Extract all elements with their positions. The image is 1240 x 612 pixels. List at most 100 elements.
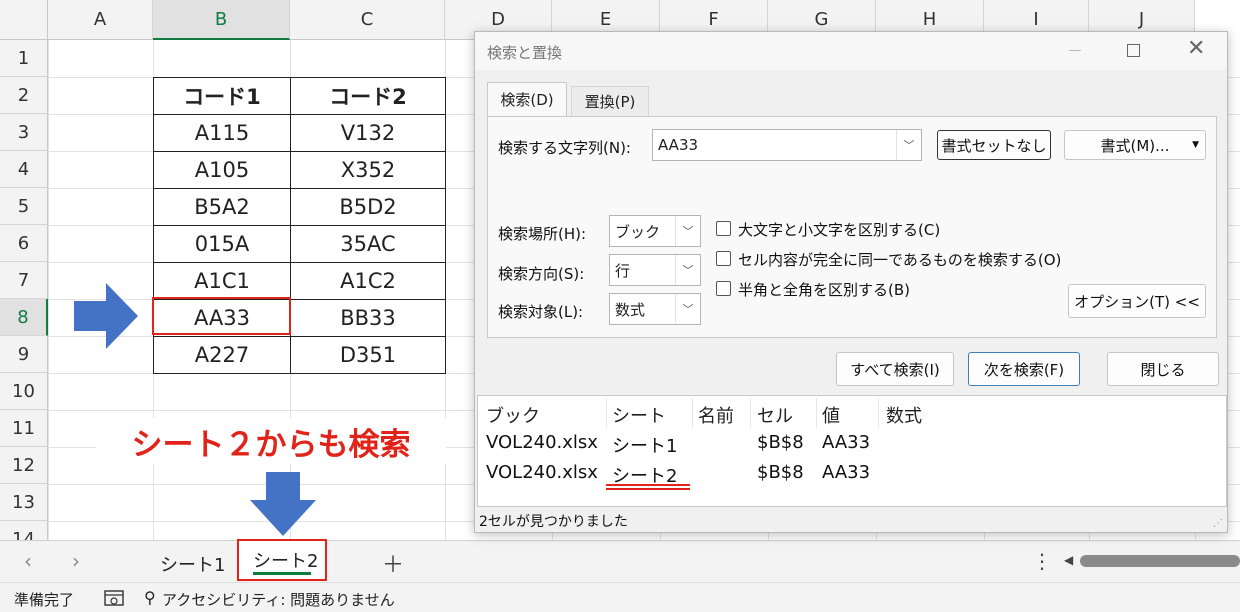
chevron-down-icon[interactable]: ﹀ [896, 130, 921, 160]
ready-status: 準備完了 [14, 591, 75, 609]
row-header-3[interactable]: 3 [0, 114, 48, 151]
match-byte-label[interactable]: 半角と全角を区別する(B) [738, 279, 910, 300]
row-header-10[interactable]: 10 [0, 373, 48, 410]
within-value: ブック [615, 222, 661, 241]
find-next-button[interactable]: 次を検索(F) [968, 352, 1080, 386]
table-header-cell[interactable]: コード2 [290, 77, 446, 115]
tab-replace[interactable]: 置換(P) [571, 86, 649, 116]
row-header-7[interactable]: 7 [0, 262, 48, 299]
no-format-set-button[interactable]: 書式セットなし [937, 130, 1051, 160]
options-button[interactable]: オプション(T) << [1068, 284, 1206, 318]
results-header-book[interactable]: ブック [486, 402, 540, 428]
result-book[interactable]: VOL240.xlsx [486, 432, 598, 453]
column-divider [816, 398, 817, 428]
column-header-b[interactable]: B [153, 0, 290, 40]
status-bar: 準備完了 ⚲ アクセシビリティ: 問題ありません [0, 582, 1240, 612]
table-cell[interactable]: BB33 [290, 299, 446, 337]
close-icon[interactable]: ✕ [1187, 36, 1205, 61]
row-header-1[interactable]: 1 [0, 40, 48, 77]
row-header-12[interactable]: 12 [0, 447, 48, 484]
active-tab-indicator [253, 572, 311, 575]
table-cell[interactable]: V132 [290, 114, 446, 152]
table-cell[interactable]: 35AC [290, 225, 446, 263]
search-direction-select[interactable]: 行 ﹀ [609, 254, 701, 286]
tab-sheet1[interactable]: シート1 [160, 551, 225, 577]
match-case-checkbox[interactable] [716, 221, 731, 236]
table-cell[interactable]: B5D2 [290, 188, 446, 226]
chevron-right-icon[interactable]: › [72, 549, 80, 573]
row-header-11[interactable]: 11 [0, 410, 48, 447]
table-cell[interactable]: B5A2 [153, 188, 291, 226]
scroll-left-icon[interactable]: ◀ [1064, 553, 1073, 567]
table-cell[interactable]: A105 [153, 151, 291, 189]
match-case-label[interactable]: 大文字と小文字を区別する(C) [738, 219, 940, 240]
column-divider [878, 398, 879, 428]
results-header-formula[interactable]: 数式 [886, 402, 922, 428]
row-header-4[interactable]: 4 [0, 151, 48, 188]
results-status: 2セルが見つかりました [479, 514, 628, 530]
find-what-value[interactable]: AA33 [658, 130, 698, 160]
chevron-left-icon[interactable]: ‹ [24, 549, 32, 573]
results-header-name[interactable]: 名前 [698, 402, 734, 428]
close-button[interactable]: 閉じる [1107, 352, 1219, 386]
chevron-down-icon[interactable]: ﹀ [675, 255, 700, 285]
search-direction-label: 検索方向(S): [498, 265, 585, 283]
maximize-icon[interactable] [1127, 44, 1140, 57]
results-list[interactable]: ブック シート 名前 セル 値 数式 VOL240.xlsx シート1 $B$8… [477, 395, 1227, 507]
row-header-9[interactable]: 9 [0, 336, 48, 373]
within-select[interactable]: ブック ﹀ [609, 215, 701, 247]
result-cell[interactable]: $B$8 [757, 432, 804, 453]
row-header-14[interactable]: 14 [0, 521, 48, 540]
table-cell[interactable]: A227 [153, 336, 291, 374]
find-what-input[interactable]: AA33 ﹀ [652, 129, 922, 161]
table-cell[interactable]: A115 [153, 114, 291, 152]
horizontal-scrollbar[interactable] [1080, 555, 1240, 567]
row-header-5[interactable]: 5 [0, 188, 48, 225]
more-options-icon[interactable]: ⋮ [1032, 549, 1052, 573]
select-all-corner[interactable] [0, 0, 48, 40]
add-sheet-icon[interactable]: ＋ [382, 547, 404, 579]
result-value[interactable]: AA33 [822, 462, 870, 483]
result-cell[interactable]: $B$8 [757, 462, 804, 483]
table-cell[interactable]: A1C1 [153, 262, 291, 300]
table-cell[interactable]: X352 [290, 151, 446, 189]
match-entire-label[interactable]: セル内容が完全に同一であるものを検索する(O) [738, 249, 1061, 270]
results-header-cell[interactable]: セル [757, 402, 793, 428]
row-header-6[interactable]: 6 [0, 225, 48, 262]
row-header-2[interactable]: 2 [0, 77, 48, 114]
format-button[interactable]: 書式(M)... ▼ [1064, 130, 1206, 160]
accessibility-icon[interactable]: ⚲ [144, 588, 156, 607]
format-button-label: 書式(M)... [1100, 136, 1170, 155]
table-cell[interactable]: D351 [290, 336, 446, 374]
down-arrow-annotation [250, 472, 316, 536]
column-header-c[interactable]: C [290, 0, 445, 40]
result-value[interactable]: AA33 [822, 432, 870, 453]
tab-find[interactable]: 検索(D) [487, 82, 567, 116]
column-header-a[interactable]: A [48, 0, 153, 40]
chevron-down-icon[interactable]: ﹀ [675, 216, 700, 246]
row-header-8[interactable]: 8 [0, 299, 48, 336]
results-header-sheet[interactable]: シート [612, 402, 666, 428]
column-divider [606, 398, 607, 428]
table-cell[interactable]: 015A [153, 225, 291, 263]
find-tab-panel: 検索する文字列(N): AA33 ﹀ 書式セットなし 書式(M)... ▼ 検索… [487, 116, 1217, 338]
result-book[interactable]: VOL240.xlsx [486, 462, 598, 483]
tab-sheet2[interactable]: シート2 [253, 547, 318, 573]
match-entire-checkbox[interactable] [716, 251, 731, 266]
look-in-select[interactable]: 数式 ﹀ [609, 293, 701, 325]
resize-grip-icon[interactable]: ⋰ [1213, 518, 1223, 529]
callout-text: シート２からも検索 [96, 418, 446, 464]
results-header-value[interactable]: 値 [822, 402, 840, 428]
table-cell[interactable]: A1C2 [290, 262, 446, 300]
dialog-titlebar[interactable]: 検索と置換 ✕ [475, 32, 1227, 70]
table-header-cell[interactable]: コード1 [153, 77, 291, 115]
match-byte-checkbox[interactable] [716, 281, 731, 296]
macro-record-icon[interactable] [104, 590, 124, 608]
result-sheet[interactable]: シート1 [612, 432, 677, 458]
red-underline-annotation [606, 484, 690, 486]
row-header-13[interactable]: 13 [0, 484, 48, 521]
tab-sheet2-highlight[interactable]: シート2 [237, 539, 327, 581]
chevron-down-icon[interactable]: ﹀ [675, 294, 700, 324]
accessibility-status[interactable]: アクセシビリティ: 問題ありません [162, 589, 395, 610]
find-all-button[interactable]: すべて検索(I) [836, 352, 954, 386]
